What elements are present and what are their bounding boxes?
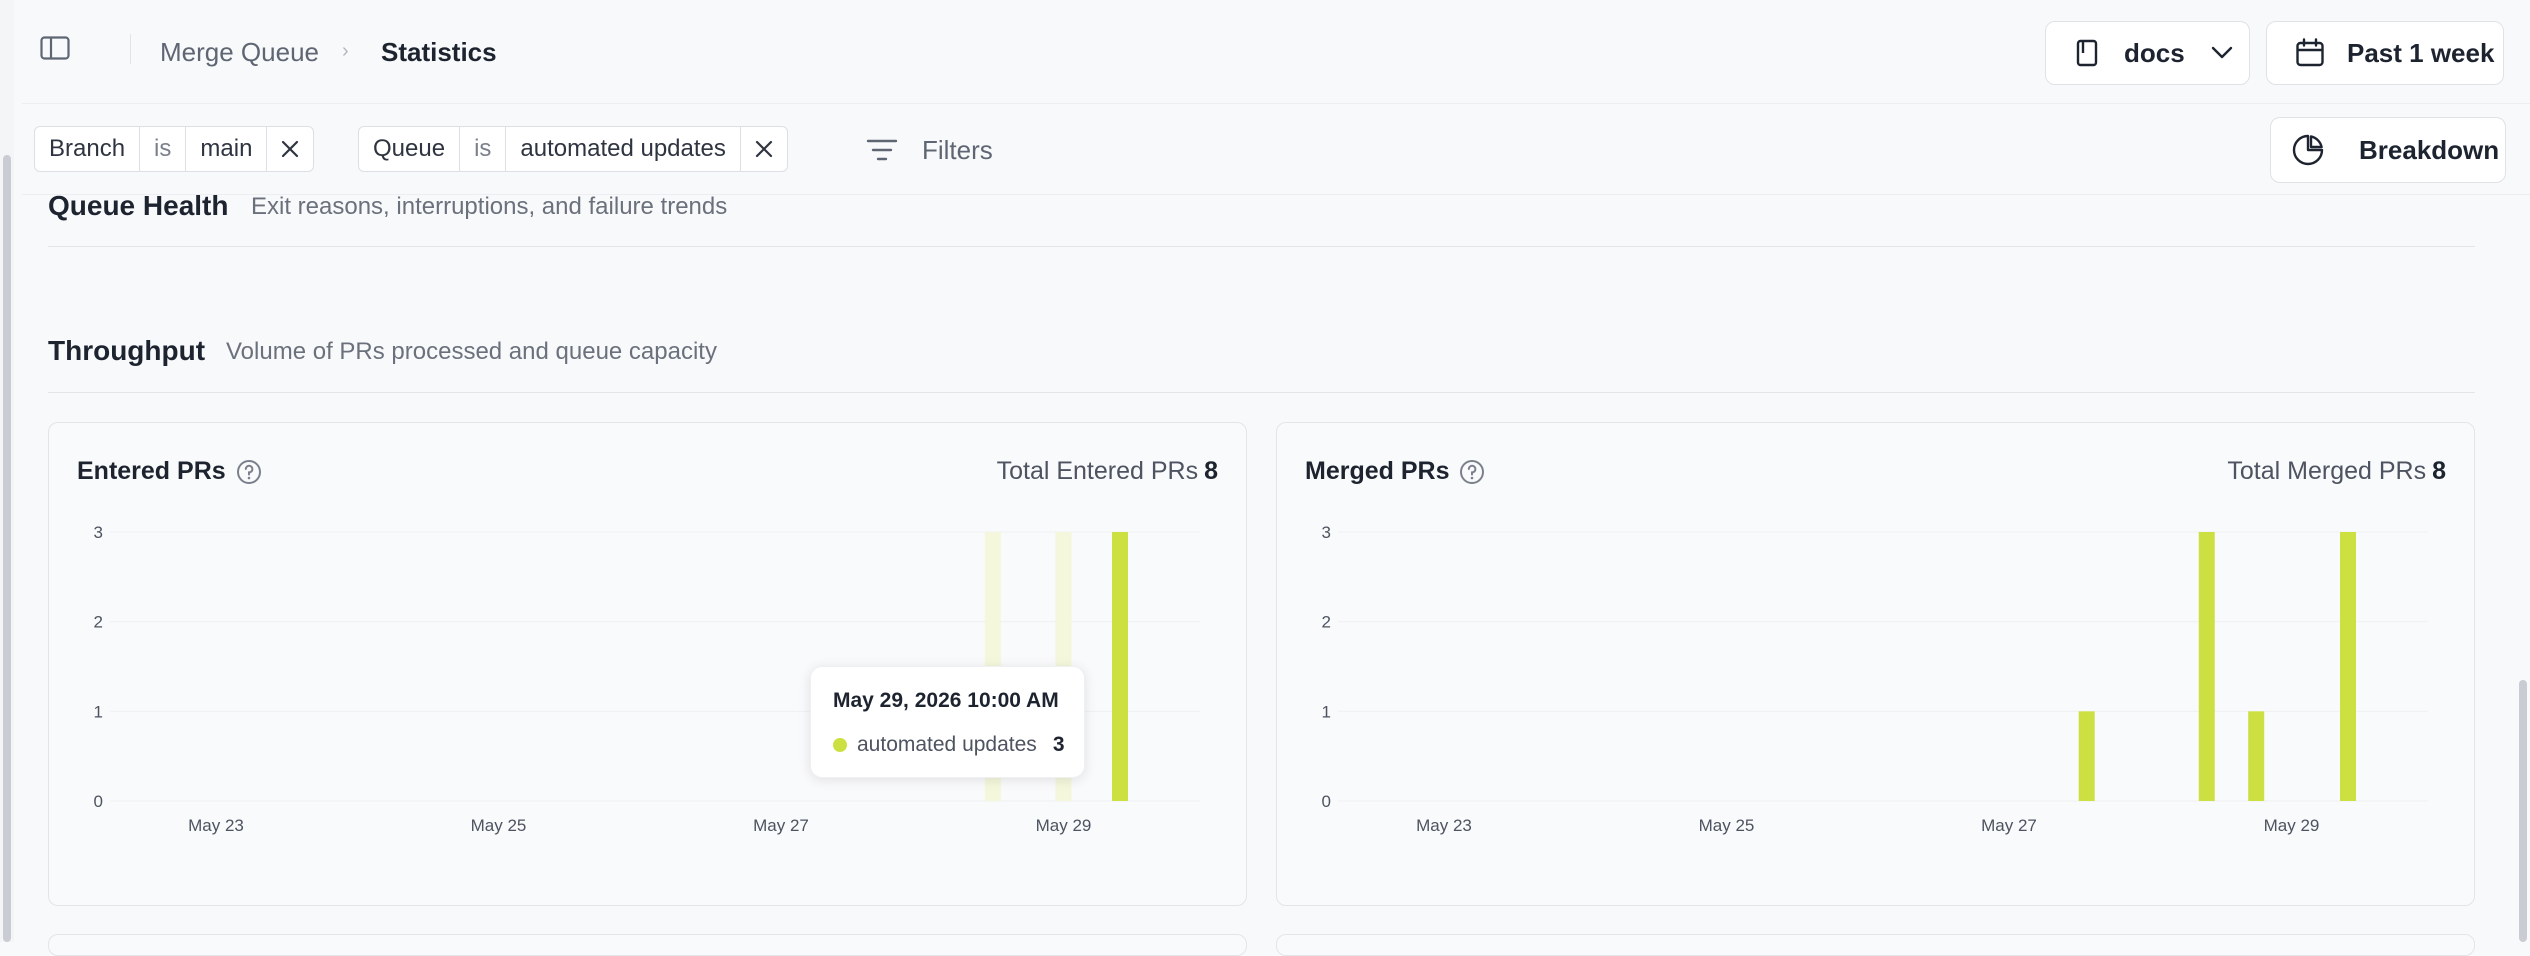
tooltip-series-row: automated updates 3: [833, 733, 1065, 757]
merged-prs-title: Merged PRs: [1305, 457, 1450, 485]
section-divider: [48, 246, 2475, 247]
date-range-label: Past 1 week: [2347, 37, 2495, 68]
breadcrumb-separator: ›: [342, 40, 349, 62]
breakdown-button-label: Breakdown: [2359, 134, 2500, 165]
total-label: Total Entered PRs: [996, 457, 1199, 485]
breadcrumb-merge-queue[interactable]: Merge Queue: [160, 37, 319, 68]
throughput-description: Volume of PRs processed and queue capaci…: [226, 338, 717, 365]
filter-operator: is: [460, 127, 507, 171]
filter-chip-queue[interactable]: Queue is automated updates: [358, 126, 788, 172]
date-range-select[interactable]: Past 1 week: [2266, 21, 2504, 85]
merged-prs-title-row: Merged PRs: [1305, 457, 1485, 486]
breakdown-button[interactable]: Breakdown: [2270, 117, 2506, 183]
total-value: 8: [1204, 457, 1218, 485]
tooltip-series-name: automated updates: [857, 733, 1037, 756]
book-icon: [2076, 39, 2098, 67]
filters-button-label: Filters: [922, 134, 993, 165]
filter-field: Queue: [359, 127, 461, 171]
header-divider: [130, 34, 131, 64]
merged-prs-total: Total Merged PRs 8: [2227, 457, 2446, 486]
filter-lines-icon: [866, 137, 898, 163]
total-label: Total Merged PRs: [2227, 457, 2427, 485]
filter-chip-branch[interactable]: Branch is main: [34, 126, 315, 172]
chevron-down-icon: [2211, 46, 2233, 60]
total-value: 8: [2432, 457, 2446, 485]
filter-operator: is: [140, 127, 187, 171]
help-circle-icon[interactable]: [1459, 459, 1485, 485]
breadcrumb-current-page: Statistics: [381, 37, 497, 67]
help-circle-icon[interactable]: [236, 459, 262, 485]
chart-tooltip: May 29, 2026 10:00 AM automated updates …: [810, 666, 1085, 778]
left-scrollbar-thumb[interactable]: [3, 155, 11, 942]
entered-prs-title: Entered PRs: [77, 457, 226, 485]
right-scrollbar-thumb[interactable]: [2519, 680, 2527, 942]
filters-button[interactable]: Filters: [866, 128, 993, 172]
tooltip-series-value: 3: [1052, 733, 1065, 756]
repo-select[interactable]: docs: [2045, 21, 2250, 85]
filter-field: Branch: [35, 127, 141, 171]
next-card-left: [48, 934, 1247, 956]
tooltip-date: May 29, 2026 10:00 AM: [833, 689, 1059, 712]
remove-filter-close-icon[interactable]: [267, 127, 313, 171]
queue-health-title: Queue Health: [48, 190, 229, 221]
left-scrollbar[interactable]: [0, 0, 14, 942]
queue-health-description: Exit reasons, interruptions, and failure…: [251, 193, 728, 220]
next-card-right: [1276, 934, 2475, 956]
filter-value: automated updates: [506, 127, 741, 171]
entered-prs-card: Entered PRs Total Entered PRs 8: [48, 422, 1247, 906]
entered-prs-title-row: Entered PRs: [77, 457, 262, 486]
filter-value: main: [186, 127, 268, 171]
throughput-title: Throughput: [48, 335, 206, 366]
series-color-dot: [833, 738, 847, 752]
calendar-icon: [2295, 38, 2325, 68]
repo-select-label: docs: [2124, 37, 2185, 68]
entered-prs-total: Total Entered PRs 8: [997, 457, 1218, 486]
pie-chart-icon: [2291, 133, 2325, 167]
sidebar-toggle-icon[interactable]: [40, 36, 70, 60]
merged-prs-card: Merged PRs Total Merged PRs 8: [1276, 422, 2475, 906]
section-divider: [48, 392, 2475, 393]
remove-filter-close-icon[interactable]: [741, 127, 787, 171]
